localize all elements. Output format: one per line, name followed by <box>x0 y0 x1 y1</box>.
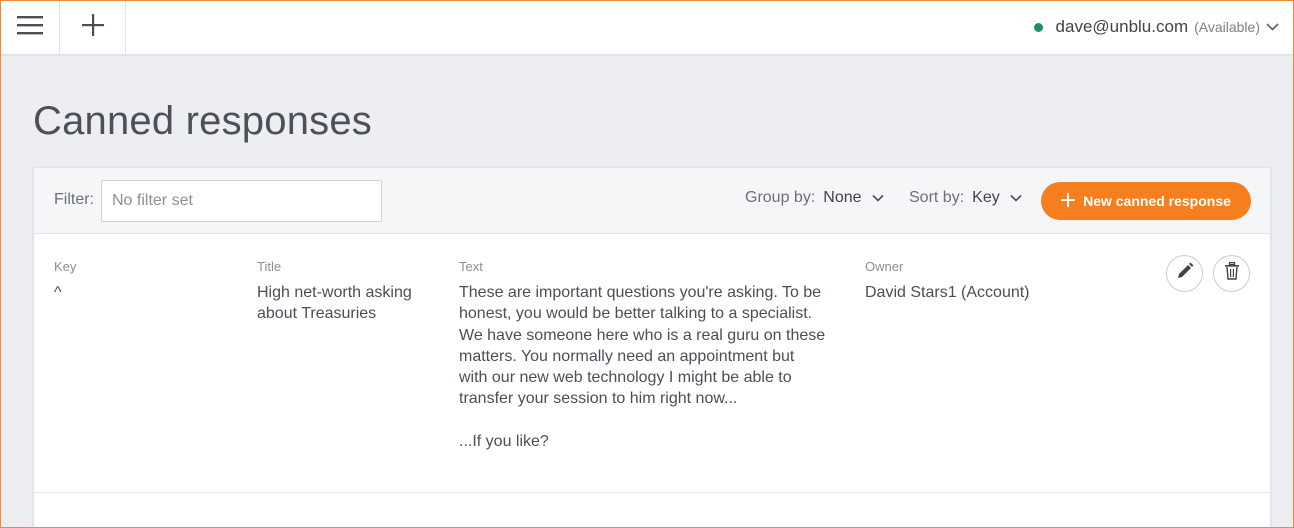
plus-icon <box>81 14 104 41</box>
canned-responses-panel: Filter: Group by: None Sort by: Key <box>33 167 1271 527</box>
filter-input[interactable] <box>101 180 382 222</box>
user-status: (Available) <box>1194 19 1260 35</box>
sort-by-label: Sort by: <box>909 189 965 206</box>
filter-label: Filter: <box>54 191 94 208</box>
chevron-down-icon <box>1010 189 1022 207</box>
group-by-label: Group by: <box>745 189 816 206</box>
new-canned-response-label: New canned response <box>1083 193 1231 209</box>
chevron-down-icon <box>1266 18 1279 36</box>
owner-value: David Stars1 (Account) <box>865 284 1030 301</box>
delete-button[interactable] <box>1213 255 1250 292</box>
key-cell: Key ^ <box>54 259 234 303</box>
title-value: High net-worth asking about Treasuries <box>257 284 412 323</box>
text-cell: Text These are important questions you'r… <box>459 259 854 452</box>
user-email: dave@unblu.com <box>1055 17 1189 36</box>
pencil-icon <box>1176 262 1194 285</box>
key-header: Key <box>54 259 77 274</box>
edit-button[interactable] <box>1166 255 1203 292</box>
list-toolbar: Filter: Group by: None Sort by: Key <box>34 168 1270 234</box>
app-frame: dave@unblu.com (Available) Canned respon… <box>1 1 1293 527</box>
group-by-value: None <box>823 189 862 206</box>
table-row[interactable]: Key ^ Title High net-worth asking about … <box>34 235 1270 493</box>
chevron-down-icon <box>871 189 884 207</box>
owner-header: Owner <box>865 259 904 274</box>
trash-icon <box>1224 261 1240 285</box>
hamburger-menu-icon <box>17 15 43 40</box>
group-by-dropdown[interactable]: Group by: None <box>745 189 884 207</box>
plus-icon <box>1061 192 1076 210</box>
user-menu[interactable]: dave@unblu.com (Available) <box>1033 15 1279 39</box>
menu-button[interactable] <box>1 1 60 54</box>
availability-dot <box>1033 22 1043 32</box>
title-cell: Title High net-worth asking about Treasu… <box>257 259 437 325</box>
key-value: ^ <box>54 284 62 301</box>
new-canned-response-button[interactable]: New canned response <box>1041 182 1251 220</box>
text-header: Text <box>459 259 483 274</box>
sort-by-dropdown[interactable]: Sort by: Key <box>909 189 1022 207</box>
page-title: Canned responses <box>33 99 372 143</box>
add-button[interactable] <box>60 1 126 54</box>
owner-cell: Owner David Stars1 (Account) <box>865 259 1125 303</box>
sort-by-value: Key <box>972 189 1000 206</box>
text-value: These are important questions you're ask… <box>459 284 826 451</box>
title-header: Title <box>257 259 282 274</box>
top-bar: dave@unblu.com (Available) <box>1 1 1293 55</box>
